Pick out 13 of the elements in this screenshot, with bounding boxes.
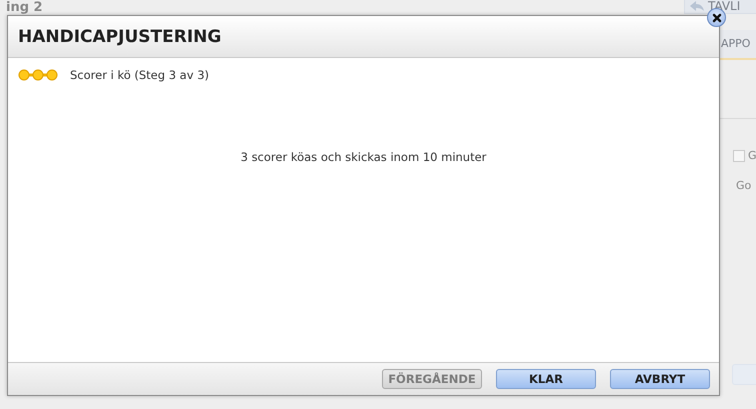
tab[interactable]: APPO (719, 30, 756, 60)
dialog-button[interactable]: KLAR (496, 369, 596, 389)
page-heading: ing 2 (6, 1, 43, 14)
step-progress-icon (18, 69, 58, 81)
checkbox[interactable] (733, 150, 745, 162)
back-arrow-icon (689, 0, 705, 12)
column-header: Go (736, 179, 752, 192)
dialog-title: HANDICAPJUSTERING (18, 26, 222, 46)
back-button[interactable]: TAVLI (684, 0, 756, 14)
checkbox-label: G (748, 149, 756, 162)
dialog-button[interactable]: AVBRYT (610, 369, 710, 389)
step-label: Scorer i kö (Steg 3 av 3) (70, 68, 209, 82)
message: 3 scorer köas och skickas inom 10 minuter (240, 150, 488, 164)
